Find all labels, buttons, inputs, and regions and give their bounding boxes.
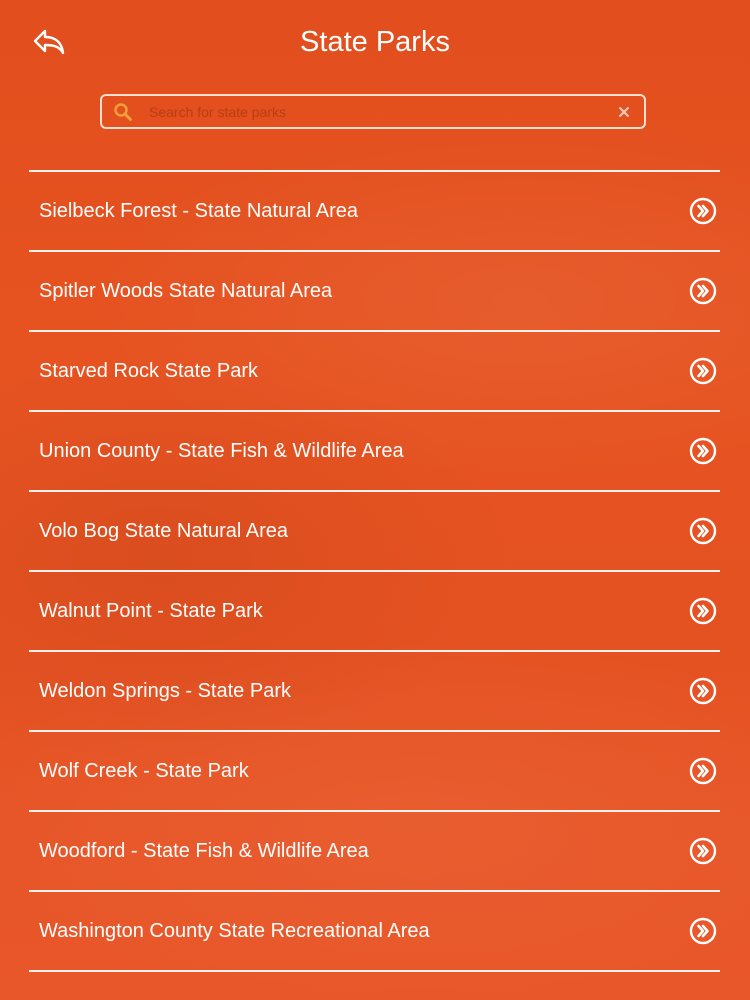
park-list-item[interactable]: Starved Rock State Park [29,332,720,412]
park-list-item[interactable]: Weldon Springs - State Park [29,652,720,732]
double-chevron-right-icon[interactable] [688,516,718,546]
page-title: State Parks [300,26,450,58]
double-chevron-right-icon[interactable] [688,276,718,306]
double-chevron-right-icon[interactable] [688,676,718,706]
double-chevron-right-icon[interactable] [688,356,718,386]
park-list-item[interactable]: Woodford - State Fish & Wildlife Area [29,812,720,892]
search-icon [113,102,133,122]
search-input[interactable] [147,96,616,127]
header-bar: State Parks [0,0,750,86]
park-list: Sielbeck Forest - State Natural Area Spi… [29,170,720,972]
park-name-label: Woodford - State Fish & Wildlife Area [39,839,369,862]
park-name-label: Starved Rock State Park [39,359,258,382]
search-bar[interactable] [100,94,646,129]
park-list-item[interactable]: Union County - State Fish & Wildlife Are… [29,412,720,492]
park-list-item[interactable]: Volo Bog State Natural Area [29,492,720,572]
park-list-item[interactable]: Wolf Creek - State Park [29,732,720,812]
park-name-label: Union County - State Fish & Wildlife Are… [39,439,404,462]
park-list-item[interactable]: Walnut Point - State Park [29,572,720,652]
park-list-item[interactable]: Sielbeck Forest - State Natural Area [29,172,720,252]
park-name-label: Washington County State Recreational Are… [39,919,430,942]
park-name-label: Spitler Woods State Natural Area [39,279,333,302]
double-chevron-right-icon[interactable] [688,836,718,866]
double-chevron-right-icon[interactable] [688,596,718,626]
back-arrow-icon [33,29,65,55]
double-chevron-right-icon[interactable] [688,916,718,946]
park-name-label: Weldon Springs - State Park [39,679,291,702]
park-list-item[interactable]: Spitler Woods State Natural Area [29,252,720,332]
double-chevron-right-icon[interactable] [688,436,718,466]
park-list-item[interactable]: Washington County State Recreational Are… [29,892,720,972]
double-chevron-right-icon[interactable] [688,756,718,786]
clear-search-icon[interactable] [616,104,632,120]
back-button[interactable] [28,24,70,60]
park-name-label: Wolf Creek - State Park [39,759,249,782]
double-chevron-right-icon[interactable] [688,196,718,226]
park-name-label: Walnut Point - State Park [39,599,263,622]
park-name-label: Volo Bog State Natural Area [39,519,289,542]
park-name-label: Sielbeck Forest - State Natural Area [39,199,359,222]
